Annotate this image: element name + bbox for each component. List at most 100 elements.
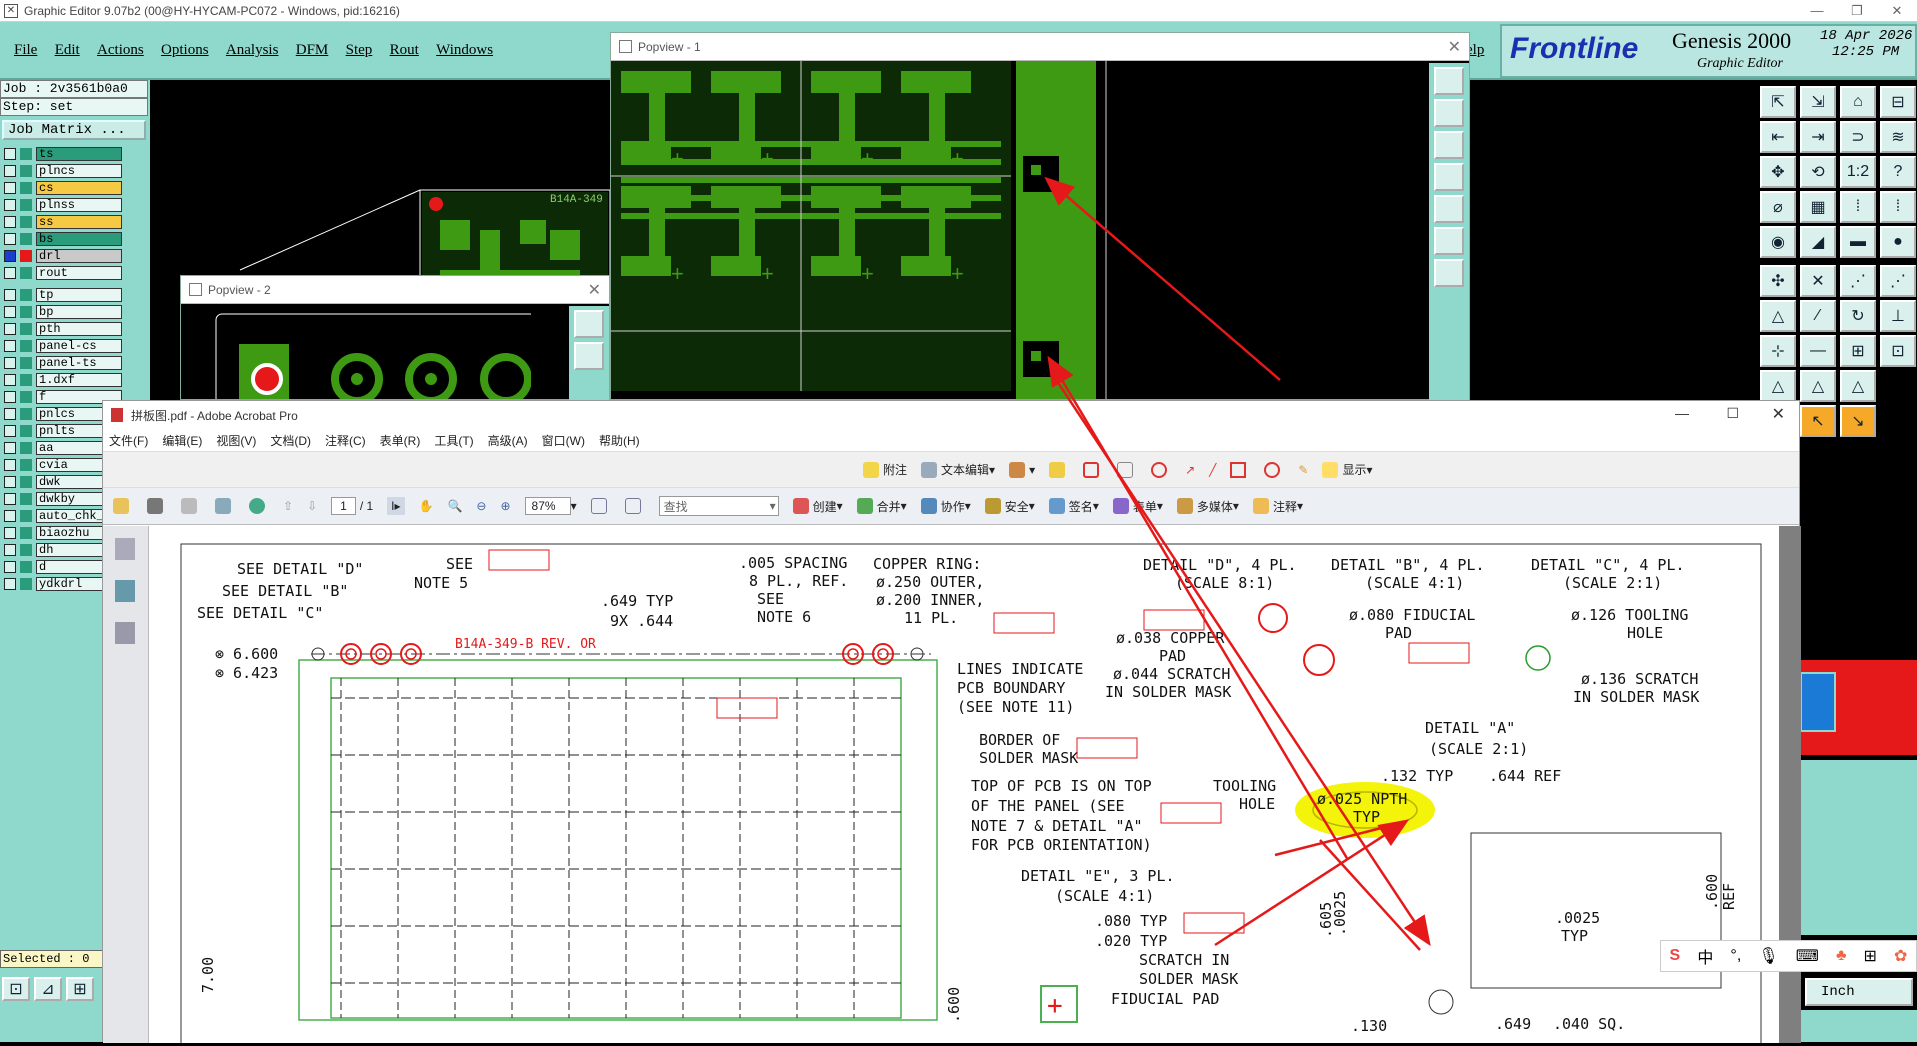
- tool-button-icon[interactable]: ⇤: [1760, 121, 1796, 153]
- layer-color-swatch[interactable]: [20, 493, 32, 505]
- layer-row[interactable]: panel-ts: [0, 355, 150, 371]
- ime-skin-icon[interactable]: ♣: [1836, 947, 1847, 965]
- ime-grid-icon[interactable]: ⊞: [1864, 946, 1877, 966]
- acro-menu-help[interactable]: 帮助(H): [599, 432, 640, 449]
- layer-row[interactable]: rout: [0, 265, 150, 281]
- popview-2-window[interactable]: Popview - 2 ✕: [180, 275, 610, 405]
- layer-checkbox[interactable]: [4, 442, 16, 454]
- layer-color-swatch[interactable]: [20, 306, 32, 318]
- popview-1-window[interactable]: Popview - 1 ✕ + + + + + + + +: [610, 32, 1470, 401]
- layer-name[interactable]: panel-ts: [36, 356, 122, 370]
- bookmarks-icon[interactable]: [115, 580, 135, 602]
- web-icon[interactable]: [249, 498, 269, 514]
- callout-icon[interactable]: [1083, 461, 1103, 478]
- menu-dfm[interactable]: DFM: [296, 42, 329, 59]
- email-icon[interactable]: [215, 498, 235, 514]
- signatures-icon[interactable]: [115, 622, 135, 644]
- layer-row[interactable]: 1.dxf: [0, 372, 150, 388]
- save-icon[interactable]: [181, 498, 201, 514]
- layer-checkbox[interactable]: [4, 493, 16, 505]
- layer-color-swatch[interactable]: [20, 323, 32, 335]
- layer-name[interactable]: plncs: [36, 164, 122, 178]
- acro-menu-window[interactable]: 窗口(W): [542, 432, 585, 449]
- sogou-icon[interactable]: S: [1670, 947, 1681, 965]
- popview-zoom-icon[interactable]: [574, 310, 604, 338]
- open-icon[interactable]: [113, 498, 133, 514]
- acro-menu-comments[interactable]: 注释(C): [325, 432, 366, 449]
- layer-checkbox[interactable]: [4, 408, 16, 420]
- acro-menu-edit[interactable]: 编辑(E): [162, 432, 202, 449]
- acrobat-maximize-icon[interactable]: ☐: [1726, 405, 1739, 422]
- popview-tool-icon[interactable]: [1434, 99, 1464, 127]
- layer-checkbox[interactable]: [4, 357, 16, 369]
- layer-checkbox[interactable]: [4, 216, 16, 228]
- acro-menu-view[interactable]: 视图(V): [216, 432, 256, 449]
- popview-tool-icon[interactable]: [1434, 259, 1464, 287]
- menu-rout[interactable]: Rout: [390, 42, 419, 59]
- layer-name[interactable]: 1.dxf: [36, 373, 122, 387]
- layer-color-swatch[interactable]: [20, 199, 32, 211]
- tool-button-icon[interactable]: ⁞: [1840, 191, 1876, 223]
- ime-chinese-icon[interactable]: 中: [1697, 944, 1713, 968]
- tool-c-icon[interactable]: ⊞: [66, 977, 94, 1001]
- layer-checkbox[interactable]: [4, 544, 16, 556]
- layer-checkbox[interactable]: [4, 425, 16, 437]
- layer-row[interactable]: ss: [0, 214, 150, 230]
- ime-mic-icon[interactable]: 🎙: [1758, 946, 1778, 966]
- tool-button-icon[interactable]: ◢: [1800, 226, 1836, 258]
- menu-actions[interactable]: Actions: [97, 42, 144, 59]
- layer-name[interactable]: ts: [36, 147, 122, 161]
- layer-checkbox[interactable]: [4, 233, 16, 245]
- tool-button-icon[interactable]: ⌂: [1840, 86, 1876, 118]
- tool-button-icon[interactable]: ▬: [1840, 226, 1876, 258]
- ime-more-icon[interactable]: ✿: [1894, 946, 1907, 966]
- tool-button-icon[interactable]: ⇥: [1800, 121, 1836, 153]
- layer-color-swatch[interactable]: [20, 425, 32, 437]
- pdf-page[interactable]: SEE DETAIL "D" SEE DETAIL "B" SEE DETAIL "…: [149, 526, 1779, 1045]
- layer-color-swatch[interactable]: [20, 340, 32, 352]
- tool-button-icon[interactable]: ⟲: [1800, 156, 1836, 188]
- layer-checkbox[interactable]: [4, 510, 16, 522]
- layer-checkbox[interactable]: [4, 578, 16, 590]
- menu-analysis[interactable]: Analysis: [226, 42, 279, 59]
- popview-tool-icon[interactable]: [1434, 163, 1464, 191]
- tool-button-icon[interactable]: ↖: [1800, 405, 1836, 437]
- layer-color-swatch[interactable]: [20, 148, 32, 160]
- multimedia-button[interactable]: 多媒体 ▾: [1176, 498, 1239, 515]
- layer-color-swatch[interactable]: [20, 578, 32, 590]
- text-edit-button[interactable]: 文本编辑 ▾: [921, 461, 995, 478]
- layer-name[interactable]: pth: [36, 322, 122, 336]
- tool-button-icon[interactable]: △: [1760, 370, 1796, 402]
- layer-color-swatch[interactable]: [20, 250, 32, 262]
- create-button[interactable]: 创建 ▾: [792, 498, 843, 515]
- tool-button-icon[interactable]: ⇱: [1760, 86, 1796, 118]
- tool-button-icon[interactable]: ⋰: [1880, 265, 1916, 297]
- zoom-tool-icon[interactable]: 🔍: [447, 499, 462, 513]
- acro-menu-advanced[interactable]: 高级(A): [488, 432, 528, 449]
- layer-color-swatch[interactable]: [20, 233, 32, 245]
- tool-button-icon[interactable]: △: [1760, 300, 1796, 332]
- layer-name[interactable]: bp: [36, 305, 122, 319]
- menu-file[interactable]: File: [14, 42, 37, 59]
- popview-tool-icon[interactable]: [1434, 131, 1464, 159]
- layer-checkbox[interactable]: [4, 199, 16, 211]
- layer-name[interactable]: plnss: [36, 198, 122, 212]
- acrobat-window[interactable]: 拼板图.pdf - Adobe Acrobat Pro — ☐ ✕ 文件(F) …: [102, 400, 1801, 1045]
- tool-button-icon[interactable]: ⊟: [1880, 86, 1916, 118]
- layer-row[interactable]: tp: [0, 287, 150, 303]
- tool-button-icon[interactable]: ⌀: [1760, 191, 1796, 223]
- cloud-icon[interactable]: [1151, 461, 1171, 478]
- tool-button-icon[interactable]: ▦: [1800, 191, 1836, 223]
- layer-row[interactable]: cs: [0, 180, 150, 196]
- hand-tool-icon[interactable]: ✋: [419, 499, 434, 513]
- acro-menu-file[interactable]: 文件(F): [109, 432, 148, 449]
- layer-color-swatch[interactable]: [20, 544, 32, 556]
- pages-panel-icon[interactable]: [115, 538, 135, 560]
- acrobat-close-icon[interactable]: ✕: [1772, 404, 1785, 424]
- rect-tool-icon[interactable]: [1230, 461, 1250, 478]
- layer-checkbox[interactable]: [4, 148, 16, 160]
- arrow-tool-icon[interactable]: ↗: [1185, 463, 1195, 477]
- layer-row[interactable]: pth: [0, 321, 150, 337]
- layer-row[interactable]: plnss: [0, 197, 150, 213]
- popview-1-canvas[interactable]: + + + + + + + +: [611, 61, 1431, 399]
